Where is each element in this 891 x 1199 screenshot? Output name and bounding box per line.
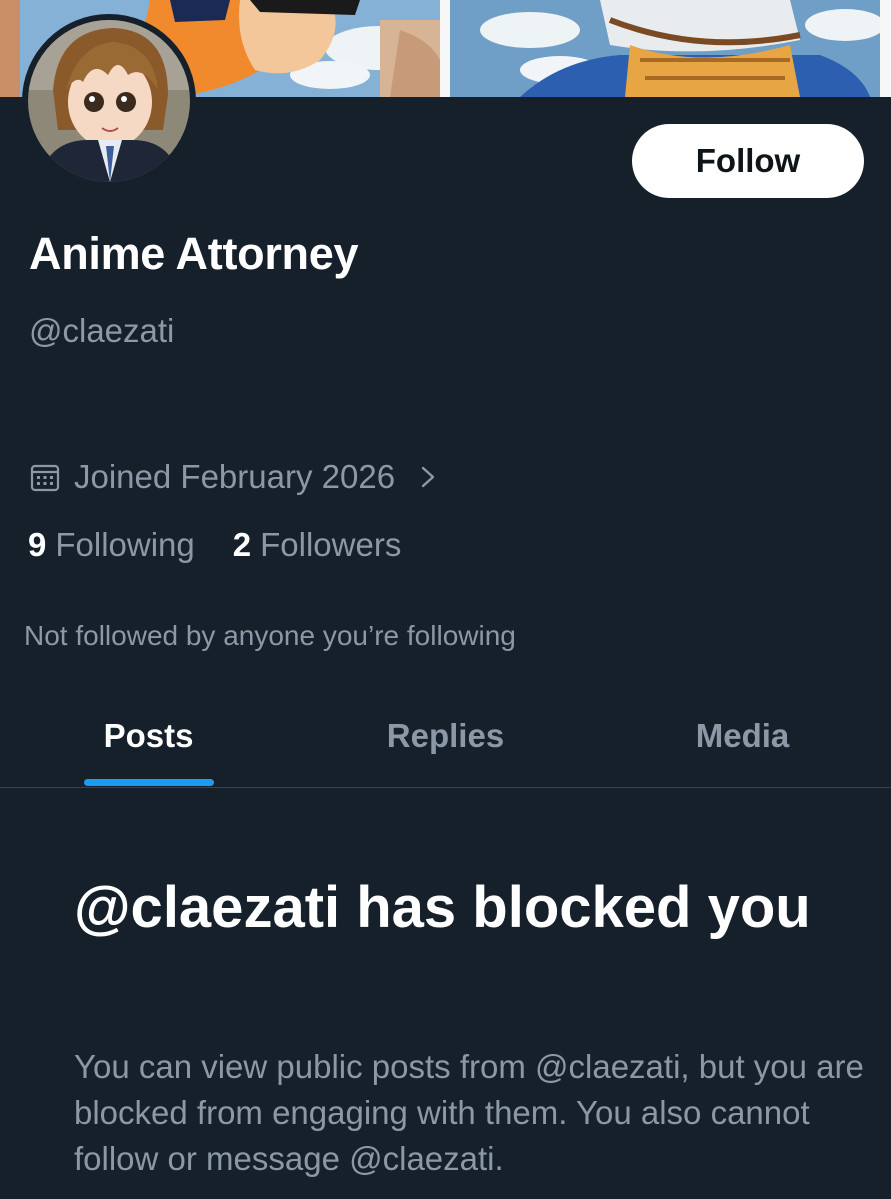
blocked-description: You can view public posts from @claezati… — [74, 1048, 864, 1177]
joined-date: Joined February 2026 — [74, 458, 396, 495]
followers-link[interactable]: 2 Followers — [233, 526, 402, 564]
avatar-image — [28, 20, 190, 182]
tab-media[interactable]: Media — [594, 700, 891, 788]
active-tab-indicator — [84, 779, 214, 786]
chevron-right-icon — [421, 466, 435, 488]
display-name: Anime Attorney — [29, 228, 359, 279]
calendar-icon — [30, 464, 60, 492]
blocked-title: @claezati has blocked you — [74, 875, 811, 940]
profile-handle: @claezati — [29, 312, 175, 349]
profile-tabs: Posts Replies Media — [0, 700, 891, 788]
avatar[interactable] — [22, 14, 196, 188]
followers-label: Followers — [260, 526, 402, 563]
following-label: Following — [55, 526, 195, 563]
followers-count: 2 — [232, 526, 252, 563]
tab-posts[interactable]: Posts — [0, 700, 297, 788]
follow-stats: 9 Following 2 Followers — [28, 526, 401, 564]
mutual-followers-note: Not followed by anyone you’re following — [24, 620, 516, 651]
tab-media-label: Media — [695, 717, 790, 754]
tab-replies[interactable]: Replies — [297, 700, 594, 788]
joined-date-row[interactable]: Joined February 2026 — [30, 454, 439, 500]
tab-posts-label: Posts — [103, 717, 194, 754]
follow-button[interactable]: Follow — [632, 124, 864, 198]
tab-replies-label: Replies — [386, 717, 505, 754]
following-link[interactable]: 9 Following — [28, 526, 195, 564]
following-count: 9 — [28, 526, 47, 563]
